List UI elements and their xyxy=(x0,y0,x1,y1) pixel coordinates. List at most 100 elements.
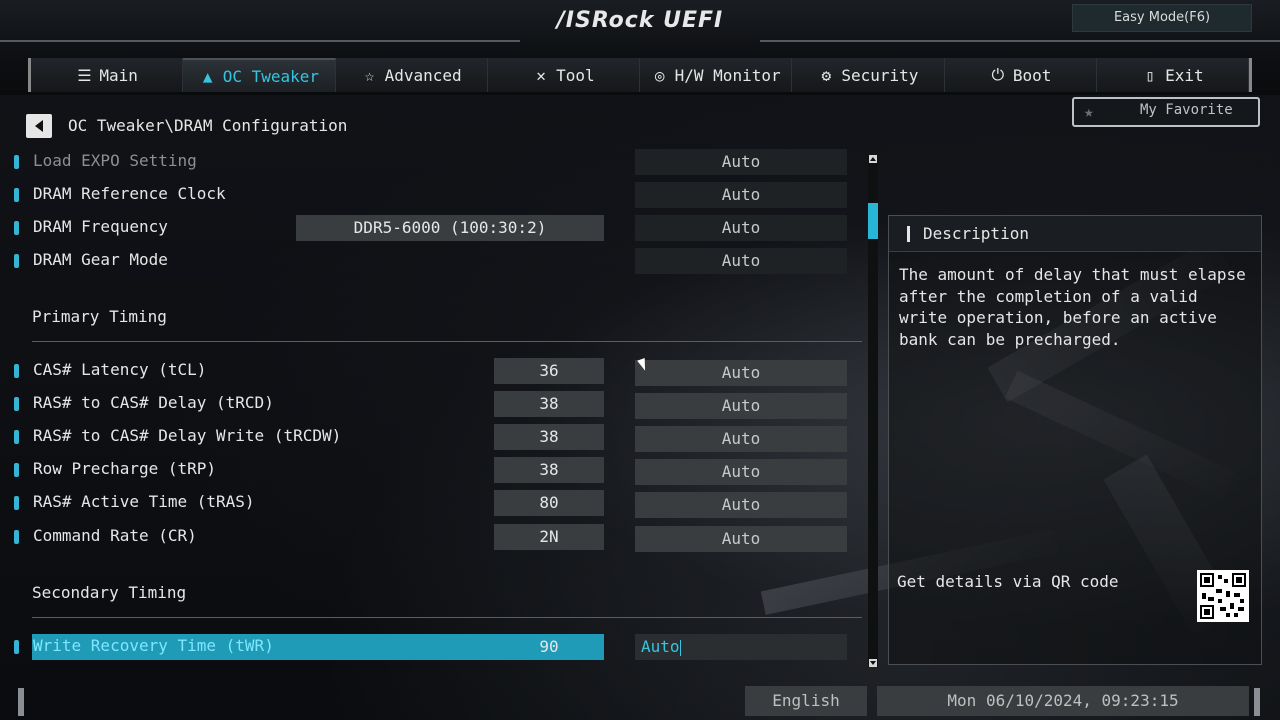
row-marker xyxy=(14,155,19,169)
setting-value-input[interactable]: Auto xyxy=(635,393,847,419)
tab-label: Boot xyxy=(1012,65,1052,85)
row-marker xyxy=(14,463,19,477)
setting-row-load-expo[interactable]: Load EXPO Setting Auto xyxy=(14,149,854,177)
setting-value-input[interactable]: Auto xyxy=(635,360,847,386)
qr-label: Get details via QR code xyxy=(897,572,1119,591)
footer-edge-left xyxy=(18,688,24,716)
row-marker xyxy=(14,430,19,444)
tab-main[interactable]: ☰ Main xyxy=(31,58,184,92)
section-title-primary: Primary Timing xyxy=(32,307,167,326)
setting-row-trcd[interactable]: RAS# to CAS# Delay (tRCD) 38 Auto xyxy=(14,391,854,419)
description-title: Description xyxy=(923,224,1029,243)
exit-icon: ▯ xyxy=(1145,65,1155,85)
current-value: 2N xyxy=(494,524,604,550)
setting-label: RAS# to CAS# Delay Write (tRCDW) xyxy=(33,426,342,445)
tab-label: OC Tweaker xyxy=(222,66,320,86)
scroll-up-arrow-icon[interactable] xyxy=(869,155,877,163)
current-value: 38 xyxy=(494,457,604,483)
setting-value-input[interactable]: Auto xyxy=(635,634,847,660)
header-line-right xyxy=(760,40,1280,42)
scroll-down-arrow-icon[interactable] xyxy=(869,659,877,667)
datetime-display: Mon 06/10/2024, 09:23:15 xyxy=(877,686,1249,716)
setting-value-select[interactable]: Auto xyxy=(635,182,847,208)
tab-exit[interactable]: ▯ Exit xyxy=(1096,58,1249,92)
description-marker-icon xyxy=(907,226,910,242)
row-marker xyxy=(14,496,19,510)
tab-label: Exit xyxy=(1165,65,1204,85)
current-value: 38 xyxy=(494,424,604,450)
tab-label: Main xyxy=(99,65,138,85)
setting-value-input[interactable]: Auto xyxy=(635,526,847,552)
current-value: DDR5-6000 (100:30:2) xyxy=(296,215,604,241)
my-favorite-label: My Favorite xyxy=(1140,102,1233,118)
shield-icon: ⚙ xyxy=(821,65,832,85)
power-icon: ⏻ xyxy=(991,65,1005,84)
row-marker xyxy=(14,221,19,235)
setting-row-trcdw[interactable]: RAS# to CAS# Delay Write (tRCDW) 38 Auto xyxy=(14,424,854,452)
tab-label: Advanced xyxy=(384,65,462,85)
tab-oc-tweaker[interactable]: ▲ OC Tweaker xyxy=(183,58,336,92)
setting-value-select[interactable]: Auto xyxy=(635,215,847,241)
setting-value-input[interactable]: Auto xyxy=(635,426,847,452)
back-button[interactable] xyxy=(26,114,52,138)
tab-advanced[interactable]: ☆ Advanced xyxy=(335,58,488,92)
breadcrumb: OC Tweaker\DRAM Configuration xyxy=(68,116,348,135)
asrock-uefi-logo: /ISRock UEFI xyxy=(556,8,724,33)
tab-hw-monitor[interactable]: ◎ H/W Monitor xyxy=(640,58,793,92)
setting-label: Write Recovery Time (tWR) xyxy=(33,636,274,655)
row-marker xyxy=(14,188,19,202)
tab-boot[interactable]: ⏻ Boot xyxy=(944,58,1097,92)
setting-label: DRAM Frequency xyxy=(33,217,168,236)
header-line-left xyxy=(0,40,520,42)
setting-label: RAS# Active Time (tRAS) xyxy=(33,492,255,511)
tab-tool[interactable]: ✕ Tool xyxy=(487,58,640,92)
settings-scrollbar[interactable] xyxy=(868,155,878,667)
setting-row-twr[interactable]: Write Recovery Time (tWR) 90 Auto xyxy=(14,634,854,662)
setting-label: DRAM Reference Clock xyxy=(33,184,226,203)
tab-label: H/W Monitor xyxy=(674,65,781,85)
setting-row-dram-reference-clock[interactable]: DRAM Reference Clock Auto xyxy=(14,182,854,210)
setting-value-select[interactable]: Auto xyxy=(635,248,847,274)
qr-code-icon xyxy=(1197,570,1249,622)
setting-label: CAS# Latency (tCL) xyxy=(33,360,207,379)
setting-row-command-rate[interactable]: Command Rate (CR) 2N Auto xyxy=(14,524,854,552)
row-marker xyxy=(14,640,19,654)
row-marker xyxy=(14,364,19,378)
language-selector[interactable]: English xyxy=(745,686,867,716)
row-marker xyxy=(14,530,19,544)
row-marker xyxy=(14,254,19,268)
list-icon: ☰ xyxy=(77,65,92,85)
top-header: /ISRock UEFI Easy Mode(F6) ☰ Main ▲ OC T… xyxy=(0,0,1280,95)
footer-edge-right xyxy=(1254,688,1260,716)
tools-icon: ✕ xyxy=(536,65,546,85)
setting-label: Row Precharge (tRP) xyxy=(33,459,217,478)
description-header: Description xyxy=(889,216,1261,252)
section-divider xyxy=(32,341,862,342)
setting-row-tras[interactable]: RAS# Active Time (tRAS) 80 Auto xyxy=(14,490,854,518)
setting-row-dram-frequency[interactable]: DRAM Frequency DDR5-6000 (100:30:2) Auto xyxy=(14,215,854,243)
current-value: 90 xyxy=(539,637,559,656)
setting-label: Load EXPO Setting xyxy=(33,151,197,170)
scroll-thumb[interactable] xyxy=(868,203,878,239)
input-text: Auto xyxy=(641,637,680,656)
setting-row-trp[interactable]: Row Precharge (tRP) 38 Auto xyxy=(14,457,854,485)
rocket-icon: ▲ xyxy=(202,66,213,86)
setting-value-input[interactable]: Auto xyxy=(635,492,847,518)
text-cursor xyxy=(679,639,681,656)
section-title-secondary: Secondary Timing xyxy=(32,583,187,602)
star-icon: ★ xyxy=(1084,102,1094,121)
tab-label: Security xyxy=(841,65,919,85)
setting-row-dram-gear-mode[interactable]: DRAM Gear Mode Auto xyxy=(14,248,854,276)
setting-label: Command Rate (CR) xyxy=(33,526,197,545)
star-icon: ☆ xyxy=(364,65,375,85)
tab-security[interactable]: ⚙ Security xyxy=(792,58,945,92)
setting-row-tcl[interactable]: CAS# Latency (tCL) 36 Auto xyxy=(14,358,854,386)
setting-value-input[interactable]: Auto xyxy=(635,459,847,485)
current-value: 80 xyxy=(494,490,604,516)
current-value: 36 xyxy=(494,358,604,384)
tab-label: Tool xyxy=(556,65,595,85)
setting-label: RAS# to CAS# Delay (tRCD) xyxy=(33,393,274,412)
my-favorite-button[interactable]: ★ My Favorite xyxy=(1072,97,1260,127)
setting-value-select[interactable]: Auto xyxy=(635,149,847,175)
easy-mode-button[interactable]: Easy Mode(F6) xyxy=(1072,4,1252,32)
